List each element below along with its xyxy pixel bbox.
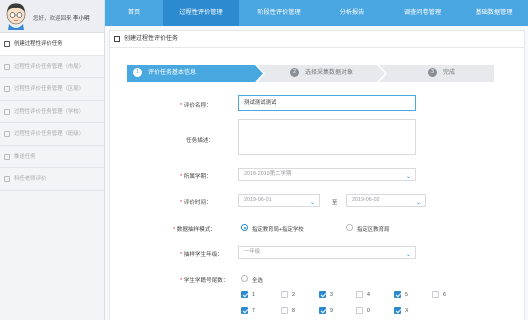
sidebar: 您好，欢迎回来 李小明 创建过程性评价任务 过程性评价任务管理（市局） 过程性评…	[0, 0, 105, 320]
eval-name-label: * 评价名称：	[180, 103, 212, 109]
document-icon	[4, 176, 10, 182]
document-icon	[4, 86, 10, 92]
grade-select[interactable]: 一年级 ⌄	[238, 246, 416, 259]
digit-checkbox-label: 4	[367, 292, 370, 298]
panel-title-text: 创建过程性评价任务	[124, 36, 179, 42]
digit-checkbox-9[interactable]	[319, 307, 326, 314]
sidebar-item-label: 推送任务	[14, 153, 36, 160]
digit-checkbox-0[interactable]	[356, 307, 363, 314]
radio-district-edu-label: 指定区教育局	[357, 227, 390, 233]
step-2-number: 2	[290, 67, 299, 77]
step-2: 2 选择采集数据对象	[290, 65, 353, 82]
step-2-label: 选择采集数据对象	[305, 70, 354, 76]
end-date-select[interactable]: 2019-06-02 ⌄	[346, 194, 426, 207]
digit-checkbox-label: 1	[252, 292, 255, 298]
digit-checkbox-label: 0	[367, 308, 370, 314]
digit-checkbox-1[interactable]	[241, 291, 248, 298]
sidebar-item-teacher-eval[interactable]: 科任老师评价	[0, 168, 104, 191]
sidebar-item-label: 过程性评价任务管理（区局）	[14, 86, 85, 92]
digit-checkbox-label: 8	[292, 308, 295, 314]
digit-checkbox-7[interactable]	[241, 307, 248, 314]
main-content: 创建过程性评价任务 1 评价任务基本信息 2 选择采集数据对象 3 完成 * 评价名称…	[105, 26, 528, 320]
digit-checkbox-label: 2	[292, 292, 295, 298]
digit-checkbox-6[interactable]	[432, 291, 439, 298]
digit-checkbox-label: 5	[405, 292, 408, 298]
document-icon	[4, 131, 10, 137]
radio-district-edu[interactable]	[346, 224, 353, 231]
sidebar-item-label: 过程性评价任务管理（市局）	[14, 63, 85, 70]
sidebar-item-create-task[interactable]: 创建过程性评价任务	[0, 33, 104, 56]
chevron-down-icon: ⌄	[415, 200, 421, 206]
term-label: * 所属学期：	[180, 174, 212, 180]
step-3-number: 3	[428, 67, 437, 77]
grade-label: * 抽样学生年级：	[180, 252, 223, 258]
task-desc-textarea[interactable]	[238, 119, 416, 155]
sidebar-item-label: 过程性评价任务管理（学校）	[14, 108, 85, 115]
top-nav: 首页 过程性评价管理 阶段性评价管理 分析报告 调查问卷管理 基础数据管理	[105, 0, 528, 26]
edit-icon	[4, 41, 10, 47]
select-all-checkbox[interactable]	[241, 275, 248, 282]
radio-edu-school-label: 指定教育局+指定学校	[252, 227, 304, 233]
document-icon	[4, 108, 10, 115]
panel-title: 创建过程性评价任务	[110, 31, 524, 48]
sidebar-item-label: 创建过程性评价任务	[14, 41, 63, 47]
sampling-mode-label: * 数据抽样模式：	[173, 227, 216, 233]
eval-time-label: * 评价时间：	[180, 200, 212, 206]
digit-checkbox-8[interactable]	[281, 307, 288, 314]
student-id-digits-label: * 学生学籍号尾数：	[180, 278, 229, 284]
username: 李小明	[73, 16, 90, 22]
term-select[interactable]: 2018-2019第二学期 ⌄	[238, 168, 416, 181]
start-date-select[interactable]: 2019-06-01 ⌄	[238, 194, 320, 207]
sidebar-item-push-task[interactable]: 推送任务	[0, 146, 104, 168]
digit-checkbox-label: 7	[252, 308, 255, 314]
digit-checkbox-4[interactable]	[356, 291, 363, 298]
greeting-text: 您好，欢迎回来	[33, 16, 72, 22]
nav-survey-mgmt[interactable]: 调查问卷管理	[385, 0, 460, 26]
digit-checkbox-label: 6	[443, 292, 446, 298]
digit-checkbox-2[interactable]	[281, 291, 288, 298]
edit-icon	[114, 36, 120, 42]
digit-checkbox-label: X	[405, 308, 409, 314]
form-panel: 创建过程性评价任务 1 评价任务基本信息 2 选择采集数据对象 3 完成 * 评价名称…	[109, 30, 525, 320]
eval-name-input[interactable]: 测试测试测试	[238, 95, 416, 111]
digit-checkbox-3[interactable]	[319, 291, 326, 298]
user-profile: 您好，欢迎回来 李小明	[0, 0, 104, 33]
chevron-down-icon: ⌄	[405, 174, 411, 180]
step-1-number: 1	[133, 67, 142, 77]
nav-home[interactable]: 首页	[105, 0, 163, 26]
sidebar-item-label: 过程性评价任务管理（班级）	[14, 131, 85, 137]
nav-analysis-report[interactable]: 分析报告	[319, 0, 385, 26]
step-3-label: 完成	[443, 70, 456, 76]
nav-base-data[interactable]: 基础数据管理	[460, 0, 528, 26]
avatar	[6, 3, 26, 30]
sidebar-item-task-mgmt-school[interactable]: 过程性评价任务管理（学校）	[0, 101, 104, 123]
nav-stage-eval[interactable]: 阶段性评价管理	[239, 0, 319, 26]
nav-process-eval[interactable]: 过程性评价管理	[163, 0, 239, 26]
step-3: 3 完成	[428, 65, 455, 82]
task-desc-label: 任务描述：	[186, 138, 214, 144]
digit-checkbox-X[interactable]	[394, 307, 401, 314]
step-1-label: 评价任务基本信息	[148, 70, 197, 76]
sidebar-item-task-mgmt-class[interactable]: 过程性评价任务管理（班级）	[0, 123, 104, 146]
sidebar-item-task-mgmt-district[interactable]: 过程性评价任务管理（区局）	[0, 78, 104, 101]
chevron-down-icon: ⌄	[309, 200, 315, 206]
document-icon	[4, 153, 10, 160]
document-icon	[4, 63, 10, 70]
digit-checkbox-5[interactable]	[394, 291, 401, 298]
digit-checkbox-label: 9	[330, 308, 333, 314]
select-all-label: 全选	[252, 278, 263, 284]
digit-checkbox-label: 3	[330, 292, 333, 298]
chevron-down-icon: ⌄	[405, 252, 411, 258]
radio-edu-school[interactable]	[241, 224, 248, 231]
date-range-separator: 至	[332, 200, 338, 206]
sidebar-item-task-mgmt-city[interactable]: 过程性评价任务管理（市局）	[0, 56, 104, 78]
step-1: 1 评价任务基本信息	[133, 65, 196, 82]
sidebar-item-label: 科任老师评价	[14, 176, 47, 182]
